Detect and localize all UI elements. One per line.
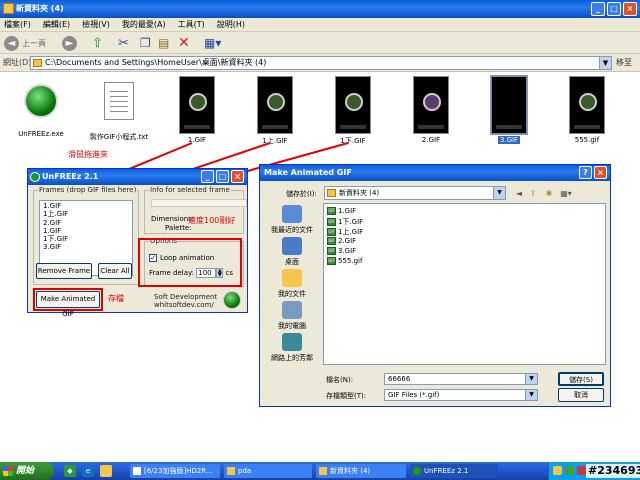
gif-file-icon: GIF <box>327 247 336 255</box>
list-item[interactable]: GIF 2.GIF <box>327 237 356 245</box>
annotation-speed: 速度100剛好 <box>188 216 236 225</box>
unfreez-logo-icon <box>223 291 241 309</box>
folder-icon <box>327 189 336 197</box>
help-button[interactable]: ? <box>579 166 592 179</box>
list-item[interactable]: 2.GIF <box>43 219 129 227</box>
save-dialog: Make Animated GIF ? × 儲存於(I): 新資料夾 (4) ▼… <box>259 164 611 407</box>
place-my-computer[interactable]: 我的電腦 <box>266 301 318 331</box>
save-button[interactable]: 儲存(S) <box>558 372 604 386</box>
task-new-folder[interactable]: 新資料夾 (4) <box>316 464 406 478</box>
annotation-save: 存檔 <box>108 294 124 303</box>
start-button[interactable]: 開始 <box>0 462 54 480</box>
filename-label: 檔名(N): <box>326 376 354 384</box>
windows-logo-icon <box>3 466 13 476</box>
views-menu-icon[interactable]: ▦▾ <box>556 187 576 200</box>
desktop-icon <box>282 237 302 255</box>
up-folder-icon[interactable]: ⇧ <box>526 187 540 200</box>
minimize-button[interactable]: _ <box>201 170 214 183</box>
place-recent[interactable]: 我最近的文件 <box>266 205 318 235</box>
recent-documents-icon <box>282 205 302 223</box>
places-bar: 我最近的文件 桌面 我的文件 我的電腦 網路上的芳鄰 <box>266 203 318 365</box>
taskbar: 開始 ◆ e [6/23加強版]HD2R... pda 新資料夾 (4) UnF… <box>0 462 640 480</box>
list-item[interactable]: GIF 555.gif <box>327 257 362 265</box>
list-item[interactable]: GIF 1.GIF <box>327 207 356 215</box>
chevron-down-icon[interactable]: ▼ <box>493 187 505 199</box>
gif-file-icon: GIF <box>327 207 336 215</box>
save-in-label: 儲存於(I): <box>286 190 317 198</box>
list-item[interactable]: GIF 1下.GIF <box>327 217 363 227</box>
unfreez-title: UnFREEz 2.1 <box>42 172 99 181</box>
task-pda[interactable]: pda <box>224 464 312 478</box>
gif-file-icon: GIF <box>327 237 336 245</box>
list-item[interactable]: 1上.GIF <box>43 210 129 218</box>
cancel-button[interactable]: 取消 <box>558 388 604 402</box>
place-network[interactable]: 網路上的芳鄰 <box>266 333 318 363</box>
quick-launch-icon[interactable]: ◆ <box>64 465 76 477</box>
gif-file-icon: GIF <box>327 228 336 236</box>
credits-text: Soft Development whitsoftdev.com/ <box>154 293 218 309</box>
back-icon[interactable]: ◄ <box>512 187 526 200</box>
network-places-icon <box>282 333 302 351</box>
my-documents-icon <box>282 269 302 287</box>
place-desktop[interactable]: 桌面 <box>266 237 318 267</box>
new-folder-icon[interactable]: ✱ <box>542 187 556 200</box>
file-list[interactable]: GIF 1.GIF GIF 1下.GIF GIF 1上.GIF GIF 2.GIF GI… <box>323 203 606 365</box>
unfreez-window: UnFREEz 2.1 _ □ × Frames (drop GIF files… <box>27 168 248 318</box>
tray-icon[interactable] <box>553 466 562 475</box>
window-icon <box>133 467 141 475</box>
save-in-select[interactable]: 新資料夾 (4) ▼ <box>324 186 506 200</box>
gif-file-icon: GIF <box>327 257 336 265</box>
list-item[interactable]: 1.GIF <box>43 227 129 235</box>
annotation-make-box <box>33 288 103 311</box>
clear-all-button[interactable]: Clear All <box>98 263 132 279</box>
filename-input[interactable]: 66666 ▼ <box>384 373 538 385</box>
chevron-down-icon[interactable]: ▼ <box>525 374 537 384</box>
list-item[interactable]: 1下.GIF <box>43 235 129 243</box>
filetype-select[interactable]: GIF Files (*.gif) ▼ <box>384 389 538 401</box>
unfreez-title-bar: UnFREEz 2.1 _ □ × <box>28 169 247 185</box>
info-group: Info for selected frame Dimensions: Pale… <box>144 186 247 234</box>
dialog-title-bar: Make Animated GIF ? × <box>260 165 610 181</box>
tray-icon[interactable] <box>565 466 574 475</box>
gif-file-icon: GIF <box>327 218 336 226</box>
list-item[interactable]: GIF 1上.GIF <box>327 227 363 237</box>
task-hd2r[interactable]: [6/23加強版]HD2R... <box>130 464 220 478</box>
place-my-documents[interactable]: 我的文件 <box>266 269 318 299</box>
close-button[interactable]: × <box>231 170 244 183</box>
my-computer-icon <box>282 301 302 319</box>
maximize-button[interactable]: □ <box>216 170 229 183</box>
info-box <box>151 199 247 207</box>
list-item[interactable]: GIF 3.GIF <box>327 247 356 255</box>
close-button[interactable]: × <box>594 166 607 179</box>
folder-icon <box>227 467 235 475</box>
filetype-label: 存檔類型(T): <box>326 392 367 400</box>
internet-explorer-icon[interactable]: e <box>82 465 94 477</box>
list-item[interactable]: 3.GIF <box>43 243 129 251</box>
watermark: #234693 <box>586 464 640 478</box>
folder-icon <box>319 467 327 475</box>
folder-icon[interactable] <box>100 465 112 477</box>
chevron-down-icon[interactable]: ▼ <box>525 390 537 400</box>
tray-icon[interactable] <box>577 466 586 475</box>
remove-frame-button[interactable]: Remove Frame <box>36 263 92 279</box>
annotation-options-box <box>138 238 242 287</box>
unfreez-logo-icon <box>30 172 40 182</box>
dialog-title: Make Animated GIF <box>264 168 352 177</box>
unfreez-logo-icon <box>413 467 421 475</box>
task-unfreez[interactable]: UnFREEz 2.1 <box>410 464 498 478</box>
